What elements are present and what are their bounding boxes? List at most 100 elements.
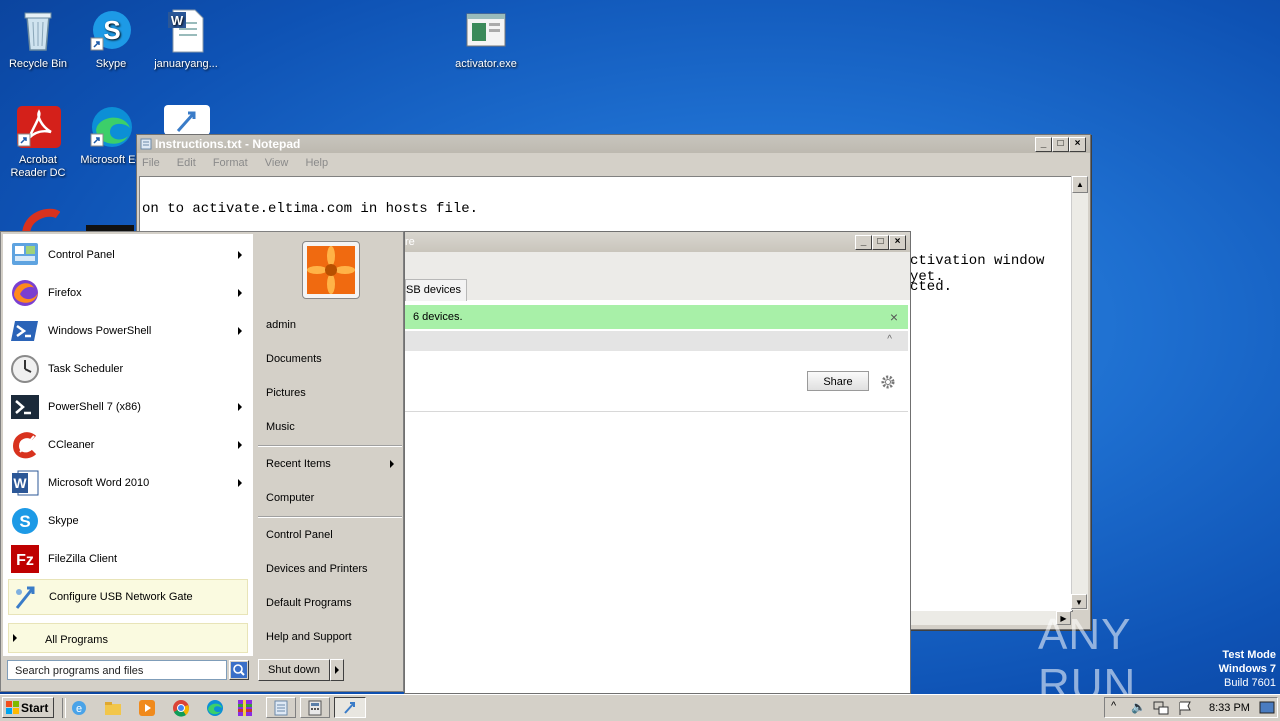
action-center-flag-icon[interactable]	[1177, 700, 1193, 716]
program-ccleaner[interactable]: CCleaner	[8, 427, 248, 463]
place-user-folder[interactable]: admin	[266, 319, 296, 331]
place-recent-items[interactable]: Recent Items	[266, 458, 331, 470]
program-firefox[interactable]: Firefox	[8, 275, 248, 311]
tab-usb-devices[interactable]: SB devices	[405, 279, 467, 301]
svg-text:S: S	[19, 512, 30, 531]
program-powershell-7[interactable]: PowerShell 7 (x86)	[8, 389, 248, 425]
menu-edit[interactable]: Edit	[177, 157, 196, 169]
maximize-button[interactable]: □	[1052, 137, 1069, 152]
close-banner-icon[interactable]: ×	[890, 305, 898, 329]
place-devices-and-printers[interactable]: Devices and Printers	[266, 563, 368, 575]
network-icon[interactable]	[1153, 700, 1169, 716]
firefox-icon	[10, 278, 40, 308]
windows-version-line: Windows 7	[1218, 663, 1276, 675]
usb-minimize-button[interactable]: _	[855, 235, 872, 250]
ccleaner-icon	[10, 430, 40, 460]
shutdown-label: Shut down	[268, 664, 320, 676]
scroll-up-arrow-icon[interactable]: ▲	[1072, 176, 1088, 193]
share-button[interactable]: Share	[807, 371, 869, 391]
program-windows-powershell[interactable]: Windows PowerShell	[8, 313, 248, 349]
chrome-icon[interactable]	[172, 699, 190, 717]
usb-close-button[interactable]: ×	[889, 235, 906, 250]
desktop-icon-label: Acrobat Reader DC	[10, 154, 66, 179]
program-label: Windows PowerShell	[48, 325, 152, 337]
shutdown-button[interactable]: Shut down	[258, 659, 330, 681]
notepad-titlebar[interactable]: Instructions.txt - Notepad _ □ ×	[137, 135, 1090, 153]
menu-file[interactable]: File	[142, 157, 160, 169]
system-tray: ^ 🔈 8:33 PM	[1104, 697, 1278, 718]
start-search-input[interactable]: Search programs and files	[7, 660, 227, 680]
program-skype[interactable]: S Skype	[8, 503, 248, 539]
desktop-icon-recycle-bin[interactable]: Recycle Bin	[0, 8, 76, 71]
show-hidden-icons-chevron-icon[interactable]: ^	[1111, 700, 1116, 712]
search-button[interactable]	[229, 660, 249, 680]
program-configure-usb-network-gate[interactable]: Configure USB Network Gate	[8, 579, 248, 615]
desktop-icon-label: Microsoft Ed	[80, 154, 142, 166]
start-label: Start	[21, 701, 49, 715]
user-avatar[interactable]	[302, 241, 360, 299]
usb-network-gate-icon[interactable]	[164, 105, 210, 135]
menu-format[interactable]: Format	[213, 157, 248, 169]
program-control-panel[interactable]: Control Panel	[8, 237, 248, 273]
desktop-icon-label: Skype	[95, 58, 127, 70]
usb-network-gate-window[interactable]: re _ □ × SB devices 6 devices. × ^ Share	[404, 231, 911, 694]
banner-text: 6 devices.	[413, 311, 463, 323]
internet-explorer-icon[interactable]: e	[70, 699, 88, 717]
collapse-chevron-icon[interactable]: ^	[887, 334, 892, 345]
taskbar-notepad-button[interactable]	[266, 697, 296, 718]
desktop-icon-skype[interactable]: S Skype	[73, 8, 149, 71]
media-player-icon[interactable]	[138, 699, 156, 717]
program-label: Skype	[48, 515, 79, 527]
menu-view[interactable]: View	[265, 157, 289, 169]
taskbar-usb-network-gate-button[interactable]	[334, 697, 366, 718]
program-label: Control Panel	[48, 249, 115, 261]
desktop-icon-acrobat[interactable]: Acrobat Reader DC	[0, 104, 76, 180]
place-control-panel[interactable]: Control Panel	[266, 529, 333, 541]
program-microsoft-word[interactable]: W Microsoft Word 2010	[8, 465, 248, 501]
gear-icon[interactable]	[880, 374, 896, 390]
program-task-scheduler[interactable]: Task Scheduler	[8, 351, 248, 387]
clock[interactable]: 8:33 PM	[1209, 702, 1250, 714]
usb-window-titlebar[interactable]: re _ □ ×	[405, 232, 910, 252]
start-button[interactable]: Start	[2, 697, 54, 718]
desktop-icon-word-doc[interactable]: W januaryang...	[148, 8, 224, 71]
notepad-icon	[140, 138, 152, 150]
submenu-arrow-icon	[238, 403, 242, 411]
submenu-arrow-icon	[238, 289, 242, 297]
place-pictures[interactable]: Pictures	[266, 387, 306, 399]
place-computer[interactable]: Computer	[266, 492, 314, 504]
close-button[interactable]: ×	[1069, 137, 1086, 152]
tab-label: SB devices	[406, 284, 462, 296]
section-header[interactable]: ^	[405, 331, 908, 351]
all-programs-button[interactable]: All Programs	[8, 623, 248, 653]
text-line: on to activate.eltima.com in hosts file.	[142, 201, 479, 217]
shutdown-options-button[interactable]	[330, 659, 344, 681]
show-desktop-icon[interactable]	[1259, 701, 1275, 715]
svg-text:W: W	[171, 13, 184, 28]
program-label: Task Scheduler	[48, 363, 124, 375]
edge-icon[interactable]	[206, 699, 224, 717]
submenu-arrow-icon	[238, 327, 242, 335]
winrar-icon[interactable]	[236, 699, 254, 717]
volume-icon[interactable]: 🔈	[1131, 700, 1146, 714]
minimize-button[interactable]: _	[1035, 137, 1052, 152]
divider	[405, 411, 908, 412]
build-line: Build 7601	[1224, 677, 1276, 689]
skype-icon: S	[88, 8, 134, 54]
program-filezilla[interactable]: Fz FileZilla Client	[8, 541, 248, 577]
taskbar-calculator-button[interactable]	[300, 697, 330, 718]
place-help-and-support[interactable]: Help and Support	[266, 631, 352, 643]
place-music[interactable]: Music	[266, 421, 295, 433]
scroll-down-arrow-icon[interactable]: ▼	[1071, 594, 1087, 609]
file-explorer-icon[interactable]	[104, 699, 122, 717]
desktop-icon-activator[interactable]: activator.exe	[448, 8, 524, 71]
svg-text:S: S	[103, 15, 120, 45]
place-documents[interactable]: Documents	[266, 353, 322, 365]
divider	[62, 698, 66, 718]
menu-help[interactable]: Help	[305, 157, 328, 169]
text-line: cted.	[910, 279, 953, 295]
vertical-scrollbar[interactable]: ▲	[1071, 176, 1088, 610]
submenu-arrow-icon	[390, 460, 394, 468]
place-default-programs[interactable]: Default Programs	[266, 597, 352, 609]
usb-maximize-button[interactable]: □	[872, 235, 889, 250]
